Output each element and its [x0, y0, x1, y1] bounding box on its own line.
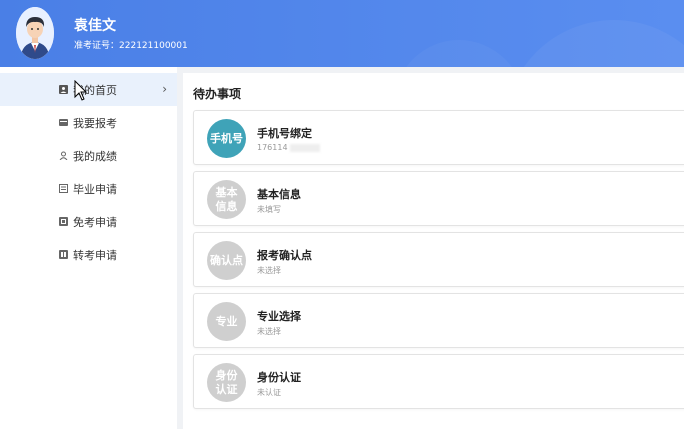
profile-card-icon [59, 85, 68, 94]
sidebar: 我的首页 › 我要报考 我的成绩 毕业申请 免考申请 转考申请 [0, 67, 177, 429]
todo-major-selection[interactable]: 专业 专业选择 未选择 [193, 293, 684, 348]
todo-badge: 基本 信息 [207, 180, 246, 219]
todo-phone-binding[interactable]: 手机号 手机号绑定 176114 [193, 110, 684, 165]
user-name: 袁佳文 [74, 18, 116, 34]
exam-id-value: 222121100001 [119, 41, 188, 51]
sidebar-item-transfer[interactable]: 转考申请 [0, 238, 177, 271]
sidebar-item-graduation[interactable]: 毕业申请 [0, 172, 177, 205]
page-title: 待办事项 [193, 87, 242, 101]
sidebar-item-home[interactable]: 我的首页 › [0, 73, 177, 106]
header-decoration [504, 20, 684, 67]
mouse-cursor-icon [74, 80, 88, 101]
todo-title: 基本信息 [257, 188, 301, 201]
todo-badge: 专业 [207, 302, 246, 341]
todo-subtitle: 未认证 [257, 388, 281, 397]
avatar[interactable] [16, 7, 54, 59]
chevron-right-icon: › [162, 82, 167, 96]
masked-text [289, 143, 320, 152]
todo-subtitle: 176114 [257, 143, 320, 152]
todo-title: 专业选择 [257, 310, 301, 323]
todo-confirm-point[interactable]: 确认点 报考确认点 未选择 [193, 232, 684, 287]
sidebar-item-label: 我要报考 [73, 116, 117, 130]
exempt-icon [59, 217, 68, 226]
todo-subtitle: 未选择 [257, 327, 281, 336]
todo-subtitle: 未填写 [257, 205, 281, 214]
todo-title: 身份认证 [257, 371, 301, 384]
sidebar-item-label: 转考申请 [73, 248, 117, 262]
todo-badge: 身份 认证 [207, 363, 246, 402]
card-icon [59, 118, 68, 127]
todo-badge: 手机号 [207, 119, 246, 158]
exam-id: 准考证号：222121100001 [74, 38, 188, 51]
header-banner: 袁佳文 准考证号：222121100001 [0, 0, 684, 67]
sidebar-item-apply-exam[interactable]: 我要报考 [0, 106, 177, 139]
todo-title: 报考确认点 [257, 249, 312, 262]
todo-identity-auth[interactable]: 身份 认证 身份认证 未认证 [193, 354, 684, 409]
avatar-illustration-icon [16, 7, 54, 59]
todo-basic-info[interactable]: 基本 信息 基本信息 未填写 [193, 171, 684, 226]
todo-subtitle: 未选择 [257, 266, 281, 275]
sidebar-item-scores[interactable]: 我的成绩 [0, 139, 177, 172]
person-icon [59, 151, 68, 160]
transfer-icon [59, 250, 68, 259]
exam-id-label: 准考证号： [74, 41, 120, 51]
header-decoration [394, 40, 524, 67]
sidebar-item-label: 免考申请 [73, 215, 117, 229]
main-panel: 待办事项 手机号 手机号绑定 176114 基本 信息 基本信息 未填写 确认点… [183, 73, 684, 429]
document-icon [59, 184, 68, 193]
sidebar-item-exemption[interactable]: 免考申请 [0, 205, 177, 238]
todo-badge: 确认点 [207, 241, 246, 280]
sidebar-item-label: 毕业申请 [73, 182, 117, 196]
todo-title: 手机号绑定 [257, 127, 312, 140]
sidebar-item-label: 我的成绩 [73, 149, 117, 163]
